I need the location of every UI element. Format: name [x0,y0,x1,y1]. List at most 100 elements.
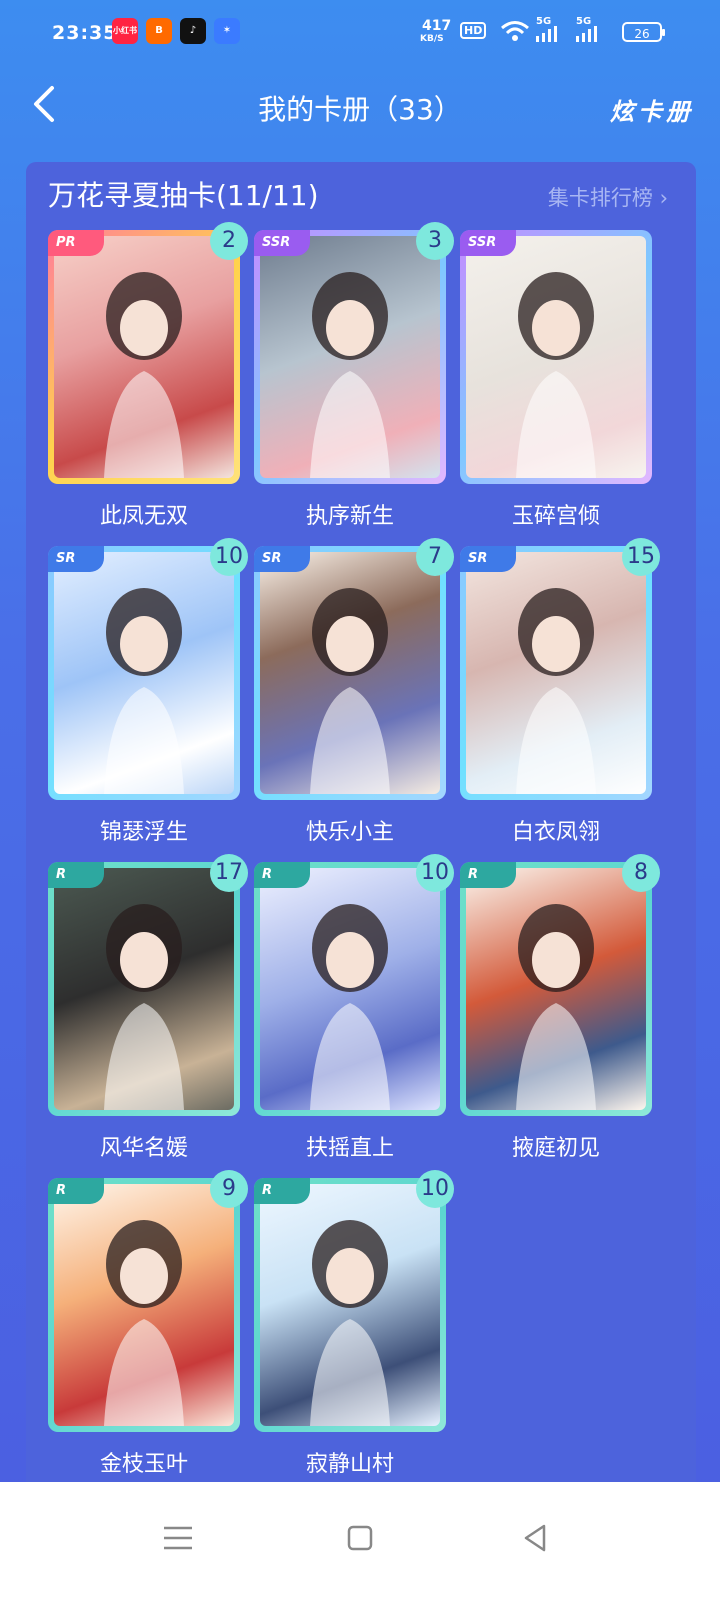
card-count-badge: 17 [210,854,248,892]
card-count-badge: 10 [416,1170,454,1208]
card-count-badge: 10 [210,538,248,576]
status-time: 23:35 [52,22,118,44]
card-item[interactable]: SSR 玉碎宫倾 [460,230,652,529]
collection-header: 万花寻夏抽卡(11/11) 集卡排行榜 › [48,174,668,214]
tiktok-app-icon: ♪ [180,18,206,44]
rarity-badge: PR [48,230,104,256]
top-header: 我的卡册（33） 炫卡册 [0,70,720,150]
card-artwork [54,236,234,478]
rarity-badge: R [460,862,516,888]
card-name: 寂静山村 [305,1452,394,1477]
character-illustration-icon [516,904,596,1110]
card-count-badge: 3 [416,222,454,260]
rarity-badge: R [254,1178,310,1204]
card-frame[interactable]: SR 15 [460,538,660,800]
card-item[interactable]: R 8 掖庭初见 [460,854,660,1161]
card-count-badge: 10 [416,854,454,892]
card-name: 此凤无双 [99,504,188,529]
card-name: 锦瑟浮生 [99,820,188,845]
card-item[interactable]: SR 15 白衣凤翎 [460,538,660,845]
card-name: 风华名媛 [99,1136,188,1161]
triangle-back-icon[interactable] [514,1516,558,1560]
card-artwork [260,552,440,794]
signal-bars-icon-2 [576,26,597,42]
hd-badge: HD [460,22,487,39]
character-illustration-icon [310,272,390,478]
card-name: 扶摇直上 [305,1136,394,1161]
net-speed: 417 [422,18,452,34]
character-illustration-icon [104,588,184,794]
card-artwork [54,552,234,794]
card-artwork [466,868,646,1110]
battery-indicator: 26 [622,22,665,42]
card-frame[interactable]: R 10 [254,1170,454,1432]
card-frame[interactable]: R9 [48,1170,248,1432]
character-illustration-icon [516,588,596,794]
card-item[interactable]: R 17 风华名媛 [48,854,248,1161]
card-artwork [260,868,440,1110]
card-name: 执序新生 [305,504,394,529]
card-name: 玉碎宫倾 [511,504,600,529]
character-illustration-icon [310,1220,390,1426]
status-bar: 23:35 小红书 B ♪ ✶ 417 KB/S HD 5G 5G 26 [0,0,720,64]
card-item[interactable]: SR 7 快乐小主 [254,538,454,845]
character-illustration-icon [104,272,184,478]
card-frame[interactable]: R 17 [48,854,248,1116]
card-frame[interactable]: SSR 3 [254,222,454,484]
card-item[interactable]: R 10 寂静山村 [254,1170,454,1477]
card-frame[interactable]: SR 10 [48,538,248,800]
character-illustration-icon [310,588,390,794]
card-artwork [54,1184,234,1426]
card-count-badge: 7 [416,538,454,576]
menu-icon[interactable] [156,1516,200,1560]
character-illustration-icon [310,904,390,1110]
card-count-badge: 8 [622,854,660,892]
character-illustration-icon [104,904,184,1110]
card-item[interactable]: PR 2 此凤无双 [48,222,248,529]
card-frame[interactable]: R 10 [254,854,454,1116]
rarity-badge: SR [48,546,104,572]
card-item[interactable]: SSR 3 执序新生 [254,222,454,529]
xiaohongshu-app-icon: 小红书 [112,18,138,44]
show-album-button[interactable]: 炫卡册 [610,92,694,127]
card-name: 掖庭初见 [511,1136,600,1161]
card-artwork [466,236,646,478]
card-frame[interactable]: PR 2 [48,222,248,484]
card-item[interactable]: R 9 金枝玉叶 [48,1170,248,1477]
card-name: 白衣凤翎 [511,820,600,845]
card-item[interactable]: R 10 扶摇直上 [254,854,454,1161]
video-app-icon: B [146,18,172,44]
net-unit: KB/S [420,34,444,44]
card-count-badge: 2 [210,222,248,260]
star-app-icon: ✶ [214,18,240,44]
card-item[interactable]: SR 10 锦瑟浮生 [48,538,248,845]
card-artwork [466,552,646,794]
square-home-icon[interactable] [338,1516,382,1560]
card-frame[interactable]: SSR [460,230,652,484]
card-frame[interactable]: R8 [460,854,660,1116]
rarity-badge: SR [254,546,310,572]
card-name: 金枝玉叶 [99,1452,188,1477]
wifi-icon [501,21,529,41]
character-illustration-icon [104,1220,184,1426]
rarity-badge: R [254,862,310,888]
card-count-badge: 15 [622,538,660,576]
rarity-badge: R [48,862,104,888]
ranking-link-label: 集卡排行榜 [547,186,653,210]
ranking-link[interactable]: 集卡排行榜 › [548,182,668,212]
card-name: 快乐小主 [305,820,394,845]
collection-title: 万花寻夏抽卡(11/11) [48,179,319,212]
card-artwork [260,236,440,478]
card-frame[interactable]: SR 7 [254,538,454,800]
rarity-badge: SSR [460,230,516,256]
rarity-badge: SR [460,546,516,572]
rarity-badge: R [48,1178,104,1204]
system-nav-bar [0,1482,720,1612]
character-illustration-icon [516,272,596,478]
rarity-badge: SSR [254,230,310,256]
signal-bars-icon [536,26,557,42]
card-artwork [54,868,234,1110]
card-album-panel: 万花寻夏抽卡(11/11) 集卡排行榜 › PR 2 此凤无双 SSR 3 执序新生 SSR… [26,162,696,1522]
card-count-badge: 9 [210,1170,248,1208]
chevron-right-icon: › [659,186,668,210]
